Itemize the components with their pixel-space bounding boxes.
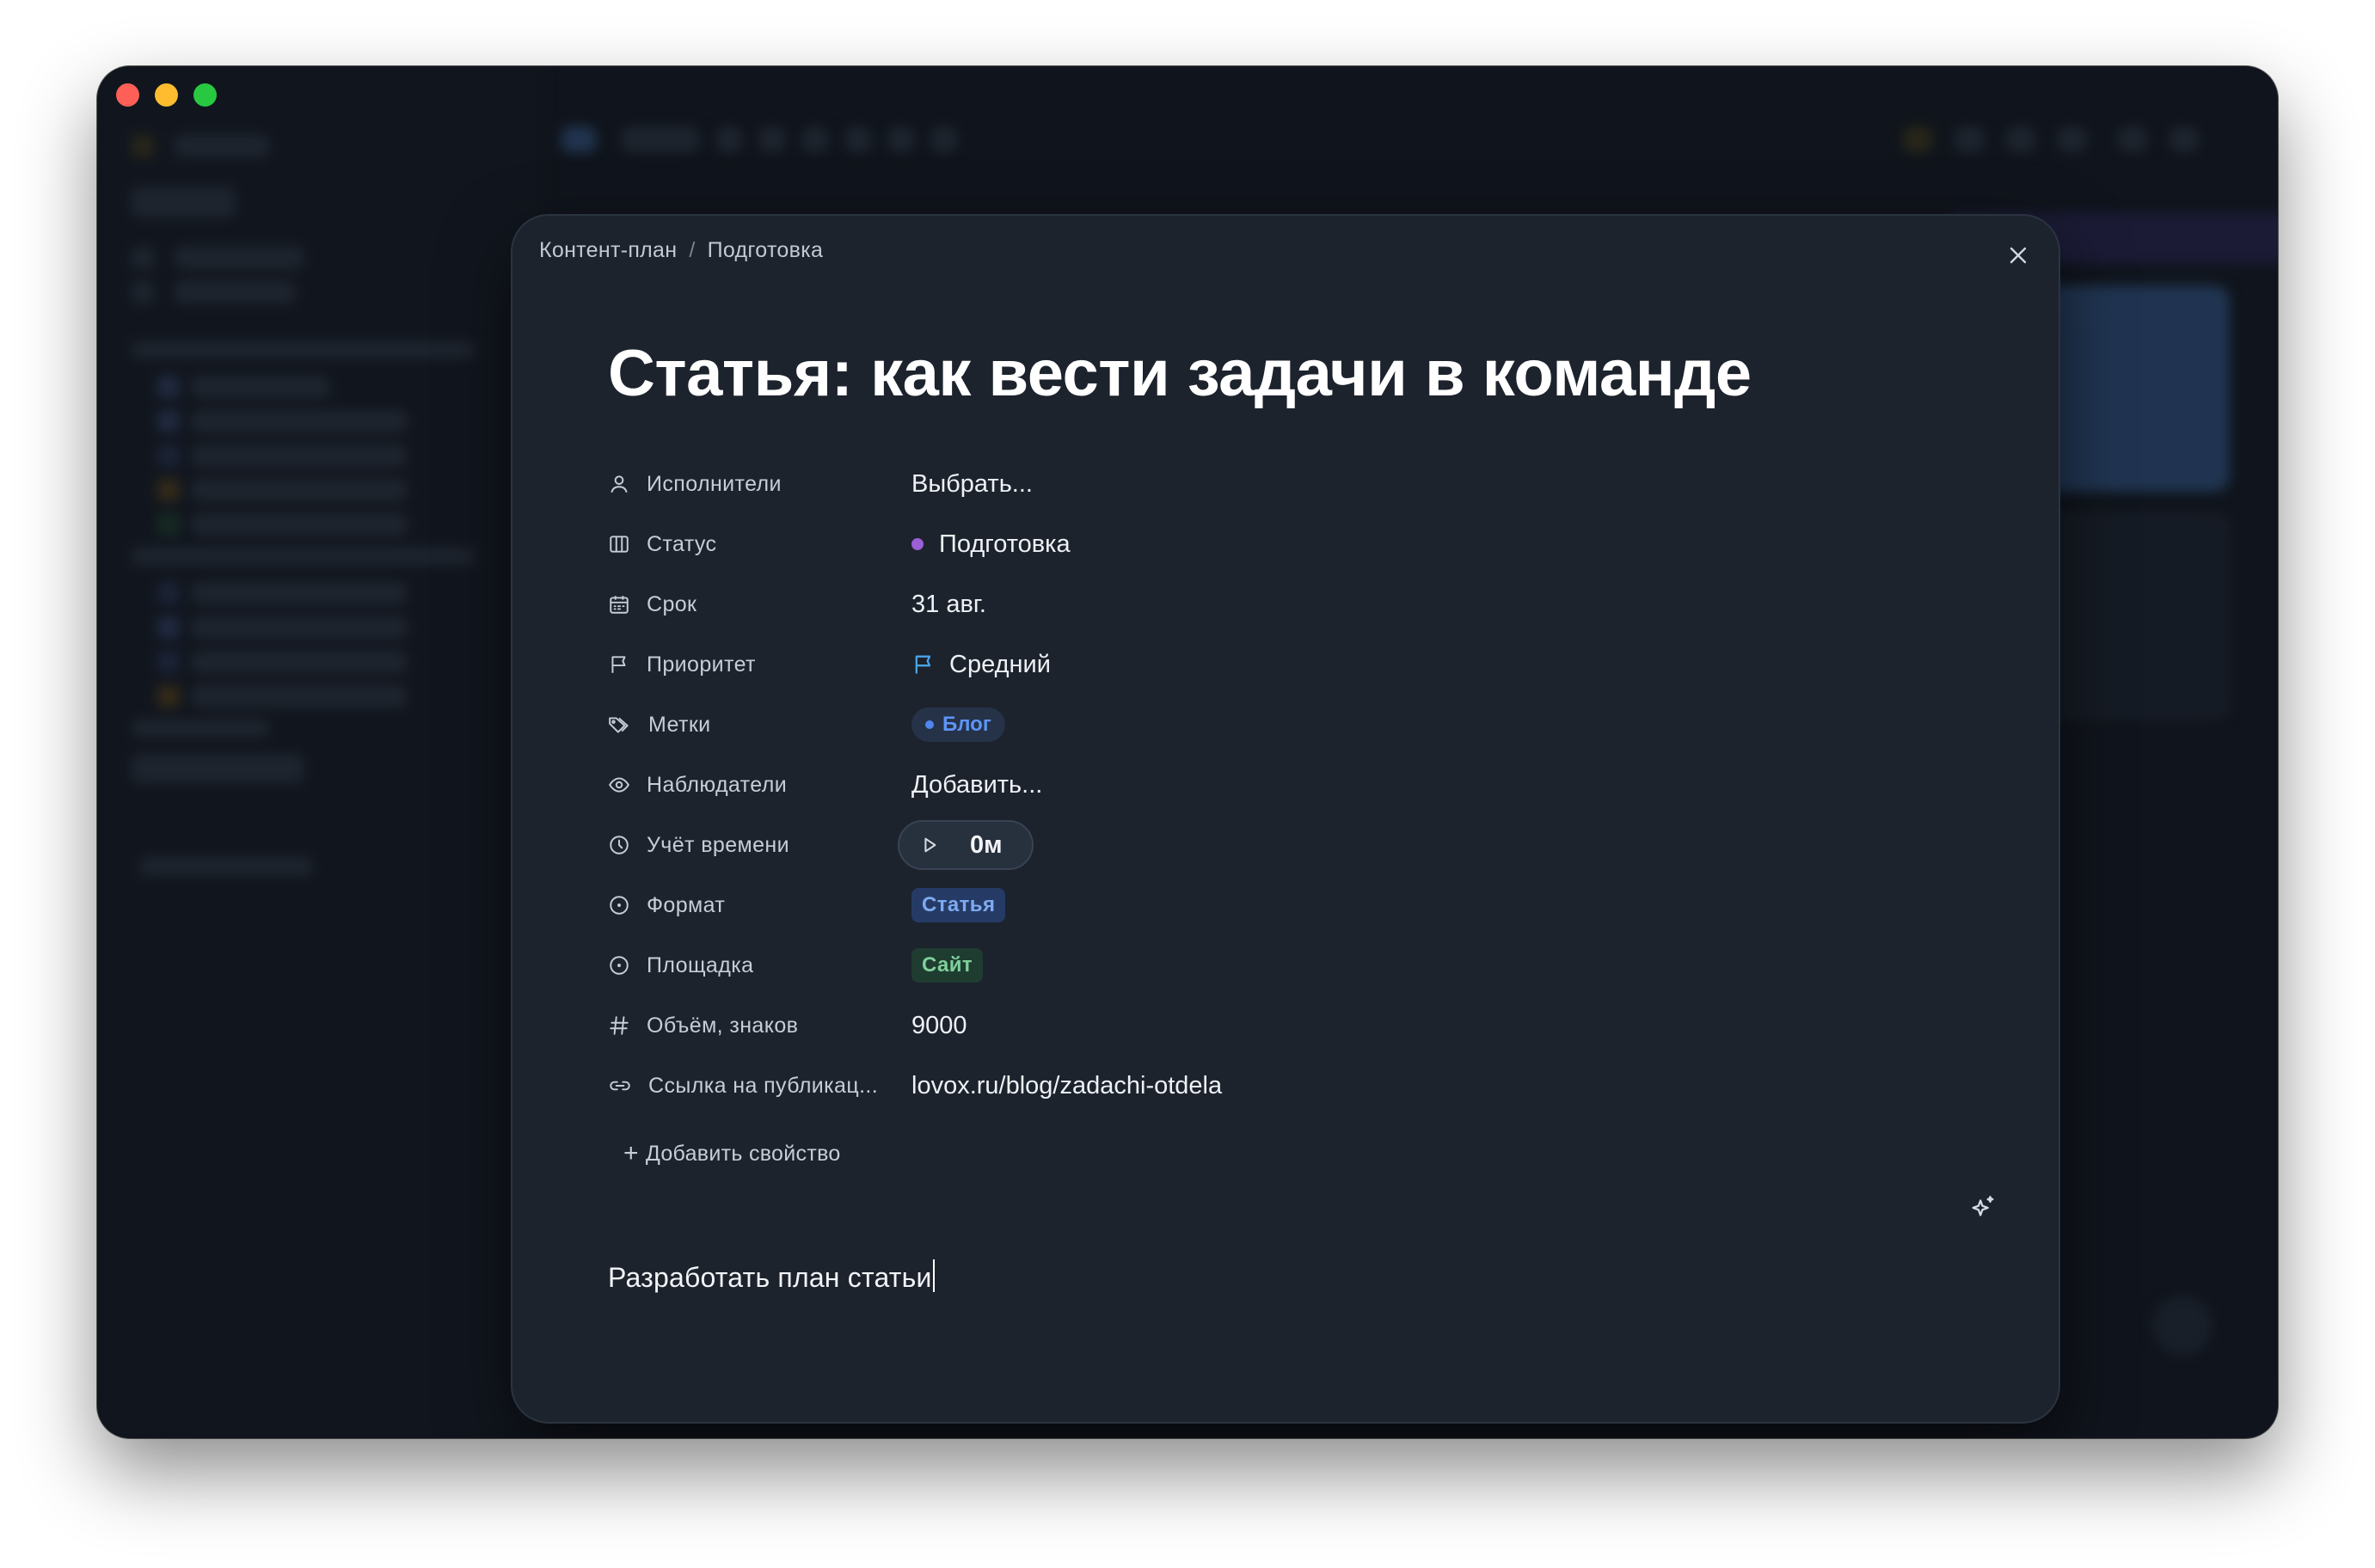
task-title[interactable]: Статья: как вести задачи в команде <box>608 336 1752 411</box>
property-label: Метки <box>608 713 911 738</box>
property-status: Статус Подготовка <box>608 514 1898 574</box>
breadcrumb: Контент-план / Подготовка <box>539 238 823 263</box>
property-due-date: Срок 31 авг. <box>608 574 1898 634</box>
property-priority: Приоритет Средний <box>608 634 1898 695</box>
property-assignees: Исполнители Выбрать... <box>608 454 1898 514</box>
ai-assistant-button[interactable] <box>1966 1191 2000 1225</box>
flag-icon <box>915 655 931 674</box>
plus-icon: + <box>623 1139 639 1167</box>
flag-icon <box>611 656 626 673</box>
user-icon <box>611 475 628 493</box>
close-icon <box>2010 247 2027 264</box>
property-label: Ссылка на публикац... <box>608 1074 911 1099</box>
clock-icon <box>610 836 629 854</box>
description-editor[interactable]: Разработать план статьи <box>608 1259 935 1294</box>
add-property-button[interactable]: + Добавить свойство <box>623 1141 841 1167</box>
property-label: Статус <box>608 532 911 557</box>
watchers-label: Наблюдатели <box>647 772 788 797</box>
text-caret <box>932 1259 935 1292</box>
assignees-label: Исполнители <box>647 471 782 496</box>
tags-icon <box>609 717 629 733</box>
tags-label: Метки <box>648 712 711 737</box>
priority-select[interactable]: Средний <box>911 651 1051 679</box>
format-chip: Статья <box>911 888 1006 922</box>
tags-field[interactable]: Блог <box>911 707 1005 742</box>
link-icon <box>610 1081 630 1091</box>
play-icon <box>924 837 936 853</box>
link-label: Ссылка на публикац... <box>648 1073 879 1098</box>
add-property-label: Добавить свойство <box>645 1141 841 1166</box>
eye-icon <box>609 777 629 793</box>
description-text: Разработать план статьи <box>608 1262 932 1293</box>
format-label: Формат <box>647 892 726 917</box>
platform-chip: Сайт <box>911 948 984 983</box>
property-tags: Метки Блог <box>608 695 1898 755</box>
tag-chip-blog[interactable]: Блог <box>911 707 1005 742</box>
close-modal-button[interactable] <box>2001 238 2035 273</box>
calendar-icon <box>610 596 629 614</box>
property-length: Объём, знаков 9000 <box>608 995 1898 1056</box>
property-label: Площадка <box>608 953 911 978</box>
property-label: Приоритет <box>608 652 911 677</box>
property-label: Учёт времени <box>608 833 911 858</box>
property-format: Формат Статья <box>608 875 1898 935</box>
property-label: Исполнители <box>608 472 911 497</box>
window-minimize-button[interactable] <box>155 83 178 107</box>
hash-icon <box>610 1016 629 1035</box>
length-label: Объём, знаков <box>647 1013 799 1038</box>
window-maximize-button[interactable] <box>193 83 217 107</box>
property-label: Срок <box>608 592 911 617</box>
window-close-button[interactable] <box>116 83 139 107</box>
format-select[interactable]: Статья <box>911 888 1006 922</box>
breadcrumb-item-project[interactable]: Контент-план <box>539 238 677 263</box>
due-date-picker[interactable]: 31 авг. <box>911 591 986 619</box>
property-time-tracking: Учёт времени 0м <box>608 815 1898 875</box>
time-tracking-label: Учёт времени <box>647 832 789 857</box>
link-input[interactable]: lovox.ru/blog/zadachi-otdela <box>911 1072 1222 1100</box>
property-watchers: Наблюдатели Добавить... <box>608 755 1898 815</box>
platform-select[interactable]: Сайт <box>911 948 984 983</box>
app-window: Контент-план / Подготовка Статья: как ве… <box>97 66 2278 1438</box>
property-label: Объём, знаков <box>608 1014 911 1038</box>
task-modal: Контент-план / Подготовка Статья: как ве… <box>511 214 2060 1424</box>
status-color-dot <box>911 538 924 550</box>
properties-list: Исполнители Выбрать... Статус Подготовка <box>608 454 1898 1116</box>
columns-icon <box>610 536 629 553</box>
time-tracking-field: 0м <box>898 820 1034 870</box>
start-timer-button[interactable]: 0м <box>898 820 1034 870</box>
property-platform: Площадка Сайт <box>608 935 1898 995</box>
status-label: Статус <box>647 531 717 556</box>
due-label: Срок <box>647 591 697 616</box>
property-link: Ссылка на публикац... lovox.ru/blog/zada… <box>608 1056 1898 1116</box>
priority-label: Приоритет <box>647 652 756 677</box>
breadcrumb-item-status[interactable]: Подготовка <box>708 238 824 263</box>
status-select[interactable]: Подготовка <box>911 530 1071 559</box>
length-input[interactable]: 9000 <box>911 1012 967 1040</box>
circle-dot-icon <box>610 956 629 975</box>
assignees-select[interactable]: Выбрать... <box>911 470 1033 499</box>
property-label: Формат <box>608 893 911 918</box>
sparkles-icon <box>1972 1196 1994 1216</box>
platform-label: Площадка <box>647 952 754 977</box>
circle-dot-icon <box>610 896 629 915</box>
tag-color-dot <box>925 720 934 729</box>
timer-value: 0м <box>970 830 1003 859</box>
breadcrumb-separator: / <box>689 238 696 262</box>
property-label: Наблюдатели <box>608 773 911 798</box>
window-controls <box>116 83 217 107</box>
watchers-select[interactable]: Добавить... <box>911 771 1042 799</box>
status-value: Подготовка <box>939 530 1071 558</box>
priority-value: Средний <box>949 650 1051 678</box>
tag-chip-label: Блог <box>942 713 991 736</box>
